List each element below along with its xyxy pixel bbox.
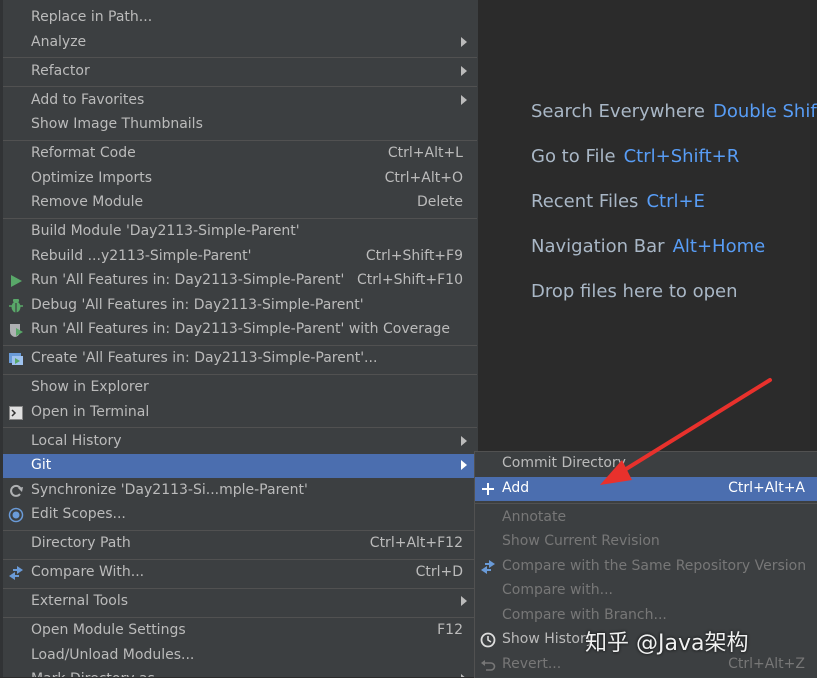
annotation-arrow-head [600,460,632,485]
watermark: 知乎 @Java架构 [585,631,749,656]
annotation-arrow-shaft [616,378,772,476]
annotation-arrow [600,378,772,485]
